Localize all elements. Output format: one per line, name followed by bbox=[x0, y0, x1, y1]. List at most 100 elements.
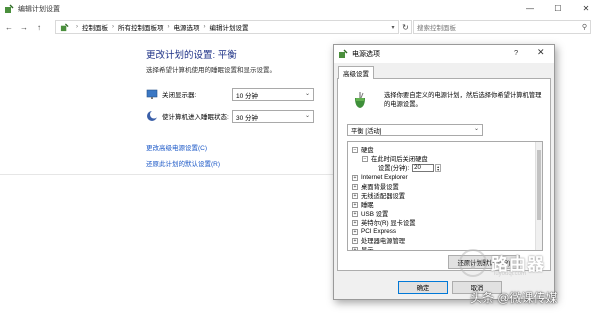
plan-select[interactable]: 平衡 [活动] ⌄ bbox=[347, 124, 483, 136]
expand-icon[interactable]: + bbox=[352, 174, 358, 181]
expand-icon[interactable]: + bbox=[352, 201, 358, 208]
breadcrumb-item[interactable]: 所有控制面板项 bbox=[118, 22, 164, 32]
forward-button[interactable]: → bbox=[18, 21, 30, 33]
search-placeholder: 搜索控制面板 bbox=[417, 25, 456, 32]
collapse-icon[interactable]: − bbox=[362, 155, 368, 162]
page-subtitle: 选择希望计算机使用的睡眠设置和显示设置。 bbox=[146, 67, 276, 74]
power-options-icon bbox=[5, 4, 14, 13]
tree-item-label: PCI Express bbox=[361, 228, 396, 235]
minutes-stepper[interactable]: 20 bbox=[412, 163, 435, 172]
setting-minutes-label: 设置(分钟): bbox=[378, 165, 410, 172]
chevron-down-icon: ⌄ bbox=[304, 113, 310, 119]
tree-item-label: 硬盘 bbox=[361, 147, 374, 154]
display-off-setting: 关闭显示器: bbox=[146, 88, 238, 100]
advanced-settings-link[interactable]: 更改高级电源设置(C) bbox=[146, 142, 207, 152]
tree-item[interactable]: + 显示 bbox=[352, 245, 374, 251]
tree-item[interactable]: + 英特尔(R) 显卡设置 bbox=[352, 218, 416, 227]
chevron-down-icon[interactable]: ▾ bbox=[388, 21, 398, 33]
help-button[interactable]: ? bbox=[514, 48, 518, 57]
tree-item-disk[interactable]: − 硬盘 bbox=[352, 145, 374, 154]
close-button[interactable]: ✕ bbox=[572, 0, 600, 16]
tree-item-disk-off[interactable]: − 在此时间后关闭硬盘 bbox=[362, 154, 428, 163]
tree-item[interactable]: + Internet Explorer bbox=[352, 173, 408, 182]
tree-item-label: 无线适配器设置 bbox=[361, 193, 406, 200]
plan-value: 平衡 [活动] bbox=[351, 127, 382, 135]
tree-item[interactable]: + 桌面背景设置 bbox=[352, 182, 399, 191]
window-controls: — ☐ ✕ bbox=[516, 0, 600, 16]
chevron-down-icon: ⌄ bbox=[304, 91, 310, 97]
tree-item-disk-setting: 设置(分钟): 20 ▴ ▾ bbox=[378, 163, 442, 172]
power-options-icon bbox=[339, 49, 348, 58]
chevron-right-icon: › bbox=[167, 24, 170, 30]
tree-item-label: USB 设置 bbox=[361, 211, 389, 218]
refresh-button[interactable]: ↻ bbox=[400, 20, 412, 34]
chevron-right-icon: › bbox=[76, 24, 78, 30]
sleep-setting: 使计算机进入睡眠状态: bbox=[146, 110, 238, 122]
display-off-label: 关闭显示器: bbox=[162, 92, 197, 99]
dialog-description: 选择你要自定义的电源计划，然后选择你希望计算机管理的电源设置。 bbox=[384, 92, 542, 108]
expand-icon[interactable]: + bbox=[352, 210, 358, 217]
ok-button[interactable]: 确定 bbox=[398, 281, 448, 294]
tree-scrollbar[interactable] bbox=[535, 142, 542, 250]
back-button[interactable]: ← bbox=[3, 21, 15, 33]
power-plug-icon bbox=[355, 92, 365, 108]
title-bar: 编辑计划设置 — ☐ ✕ bbox=[0, 0, 600, 18]
tree-item-label: 睡眠 bbox=[361, 202, 374, 209]
chevron-right-icon: › bbox=[112, 24, 114, 30]
display-off-value: 10 分钟 bbox=[236, 92, 259, 100]
settings-tree[interactable]: − 硬盘 − 在此时间后关闭硬盘 设置(分钟): 20 ▴ ▾ + Interne… bbox=[347, 141, 543, 251]
minutes-value: 20 bbox=[414, 164, 421, 171]
tree-item-label: 英特尔(R) 显卡设置 bbox=[361, 220, 416, 227]
monitor-icon bbox=[146, 89, 158, 99]
breadcrumb-item[interactable]: 编辑计划设置 bbox=[210, 22, 249, 32]
scrollbar-thumb[interactable] bbox=[537, 150, 541, 220]
expand-icon[interactable]: + bbox=[352, 192, 358, 199]
sleep-value: 30 分钟 bbox=[236, 114, 259, 122]
sleep-select[interactable]: 30 分钟 ⌄ bbox=[232, 110, 314, 123]
address-bar-row: ← → ↑ › 控制面板 › 所有控制面板项 › 电源选项 › 编辑计划设置 ▾… bbox=[0, 18, 600, 36]
chevron-down-icon: ⌄ bbox=[473, 126, 479, 132]
tree-item[interactable]: + 睡眠 bbox=[352, 200, 374, 209]
divider bbox=[0, 174, 335, 175]
breadcrumb[interactable]: › 控制面板 › 所有控制面板项 › 电源选项 › 编辑计划设置 ▾ bbox=[55, 20, 399, 34]
control-panel-icon bbox=[60, 22, 69, 31]
tree-item[interactable]: + PCI Express bbox=[352, 227, 396, 236]
expand-icon[interactable]: + bbox=[352, 183, 358, 190]
stepper-arrows-icon[interactable]: ▴ ▾ bbox=[435, 163, 442, 172]
breadcrumb-item[interactable]: 电源选项 bbox=[174, 22, 200, 32]
tree-item-label: Internet Explorer bbox=[361, 174, 408, 181]
minimize-button[interactable]: — bbox=[516, 0, 544, 16]
tree-item-label: 桌面背景设置 bbox=[361, 184, 399, 191]
expand-icon[interactable]: + bbox=[352, 246, 358, 250]
tab-advanced-settings[interactable]: 高级设置 bbox=[338, 66, 374, 79]
display-off-select[interactable]: 10 分钟 ⌄ bbox=[232, 88, 314, 101]
sleep-label: 使计算机进入睡眠状态: bbox=[162, 114, 229, 121]
search-icon[interactable]: ⚲ bbox=[582, 23, 587, 31]
dialog-title-bar[interactable]: 电源选项 ? ✕ bbox=[334, 45, 554, 63]
dialog-close-button[interactable]: ✕ bbox=[537, 47, 545, 58]
router-logo-icon bbox=[459, 249, 487, 277]
window-title: 编辑计划设置 bbox=[18, 6, 60, 13]
page-title: 更改计划的设置: 平衡 bbox=[146, 50, 237, 61]
search-input[interactable]: 搜索控制面板 ⚲ bbox=[413, 20, 591, 34]
tree-item-label: 处理器电源管理 bbox=[361, 238, 406, 245]
moon-icon bbox=[147, 110, 158, 121]
watermark-url: luyouqi.com bbox=[494, 271, 527, 277]
breadcrumb-item[interactable]: 控制面板 bbox=[82, 22, 108, 32]
expand-icon[interactable]: + bbox=[352, 219, 358, 226]
expand-icon[interactable]: + bbox=[352, 237, 358, 244]
restore-defaults-link[interactable]: 还原此计划的默认设置(R) bbox=[146, 158, 220, 168]
watermark-toutiao: 头条 @微课传媒 bbox=[470, 291, 558, 305]
chevron-right-icon: › bbox=[203, 24, 206, 30]
dialog-title: 电源选项 bbox=[352, 51, 380, 58]
maximize-button[interactable]: ☐ bbox=[544, 0, 572, 16]
tree-item[interactable]: + USB 设置 bbox=[352, 209, 388, 218]
tree-item-label: 在此时间后关闭硬盘 bbox=[371, 156, 428, 163]
tree-item[interactable]: + 无线适配器设置 bbox=[352, 191, 405, 200]
expand-icon[interactable]: + bbox=[352, 228, 358, 235]
collapse-icon[interactable]: − bbox=[352, 146, 358, 153]
advanced-settings-panel: 选择你要自定义的电源计划，然后选择你希望计算机管理的电源设置。 平衡 [活动] … bbox=[337, 78, 551, 271]
tree-item-label: 显示 bbox=[361, 247, 374, 251]
up-button[interactable]: ↑ bbox=[33, 21, 45, 33]
tree-item[interactable]: + 处理器电源管理 bbox=[352, 236, 405, 245]
